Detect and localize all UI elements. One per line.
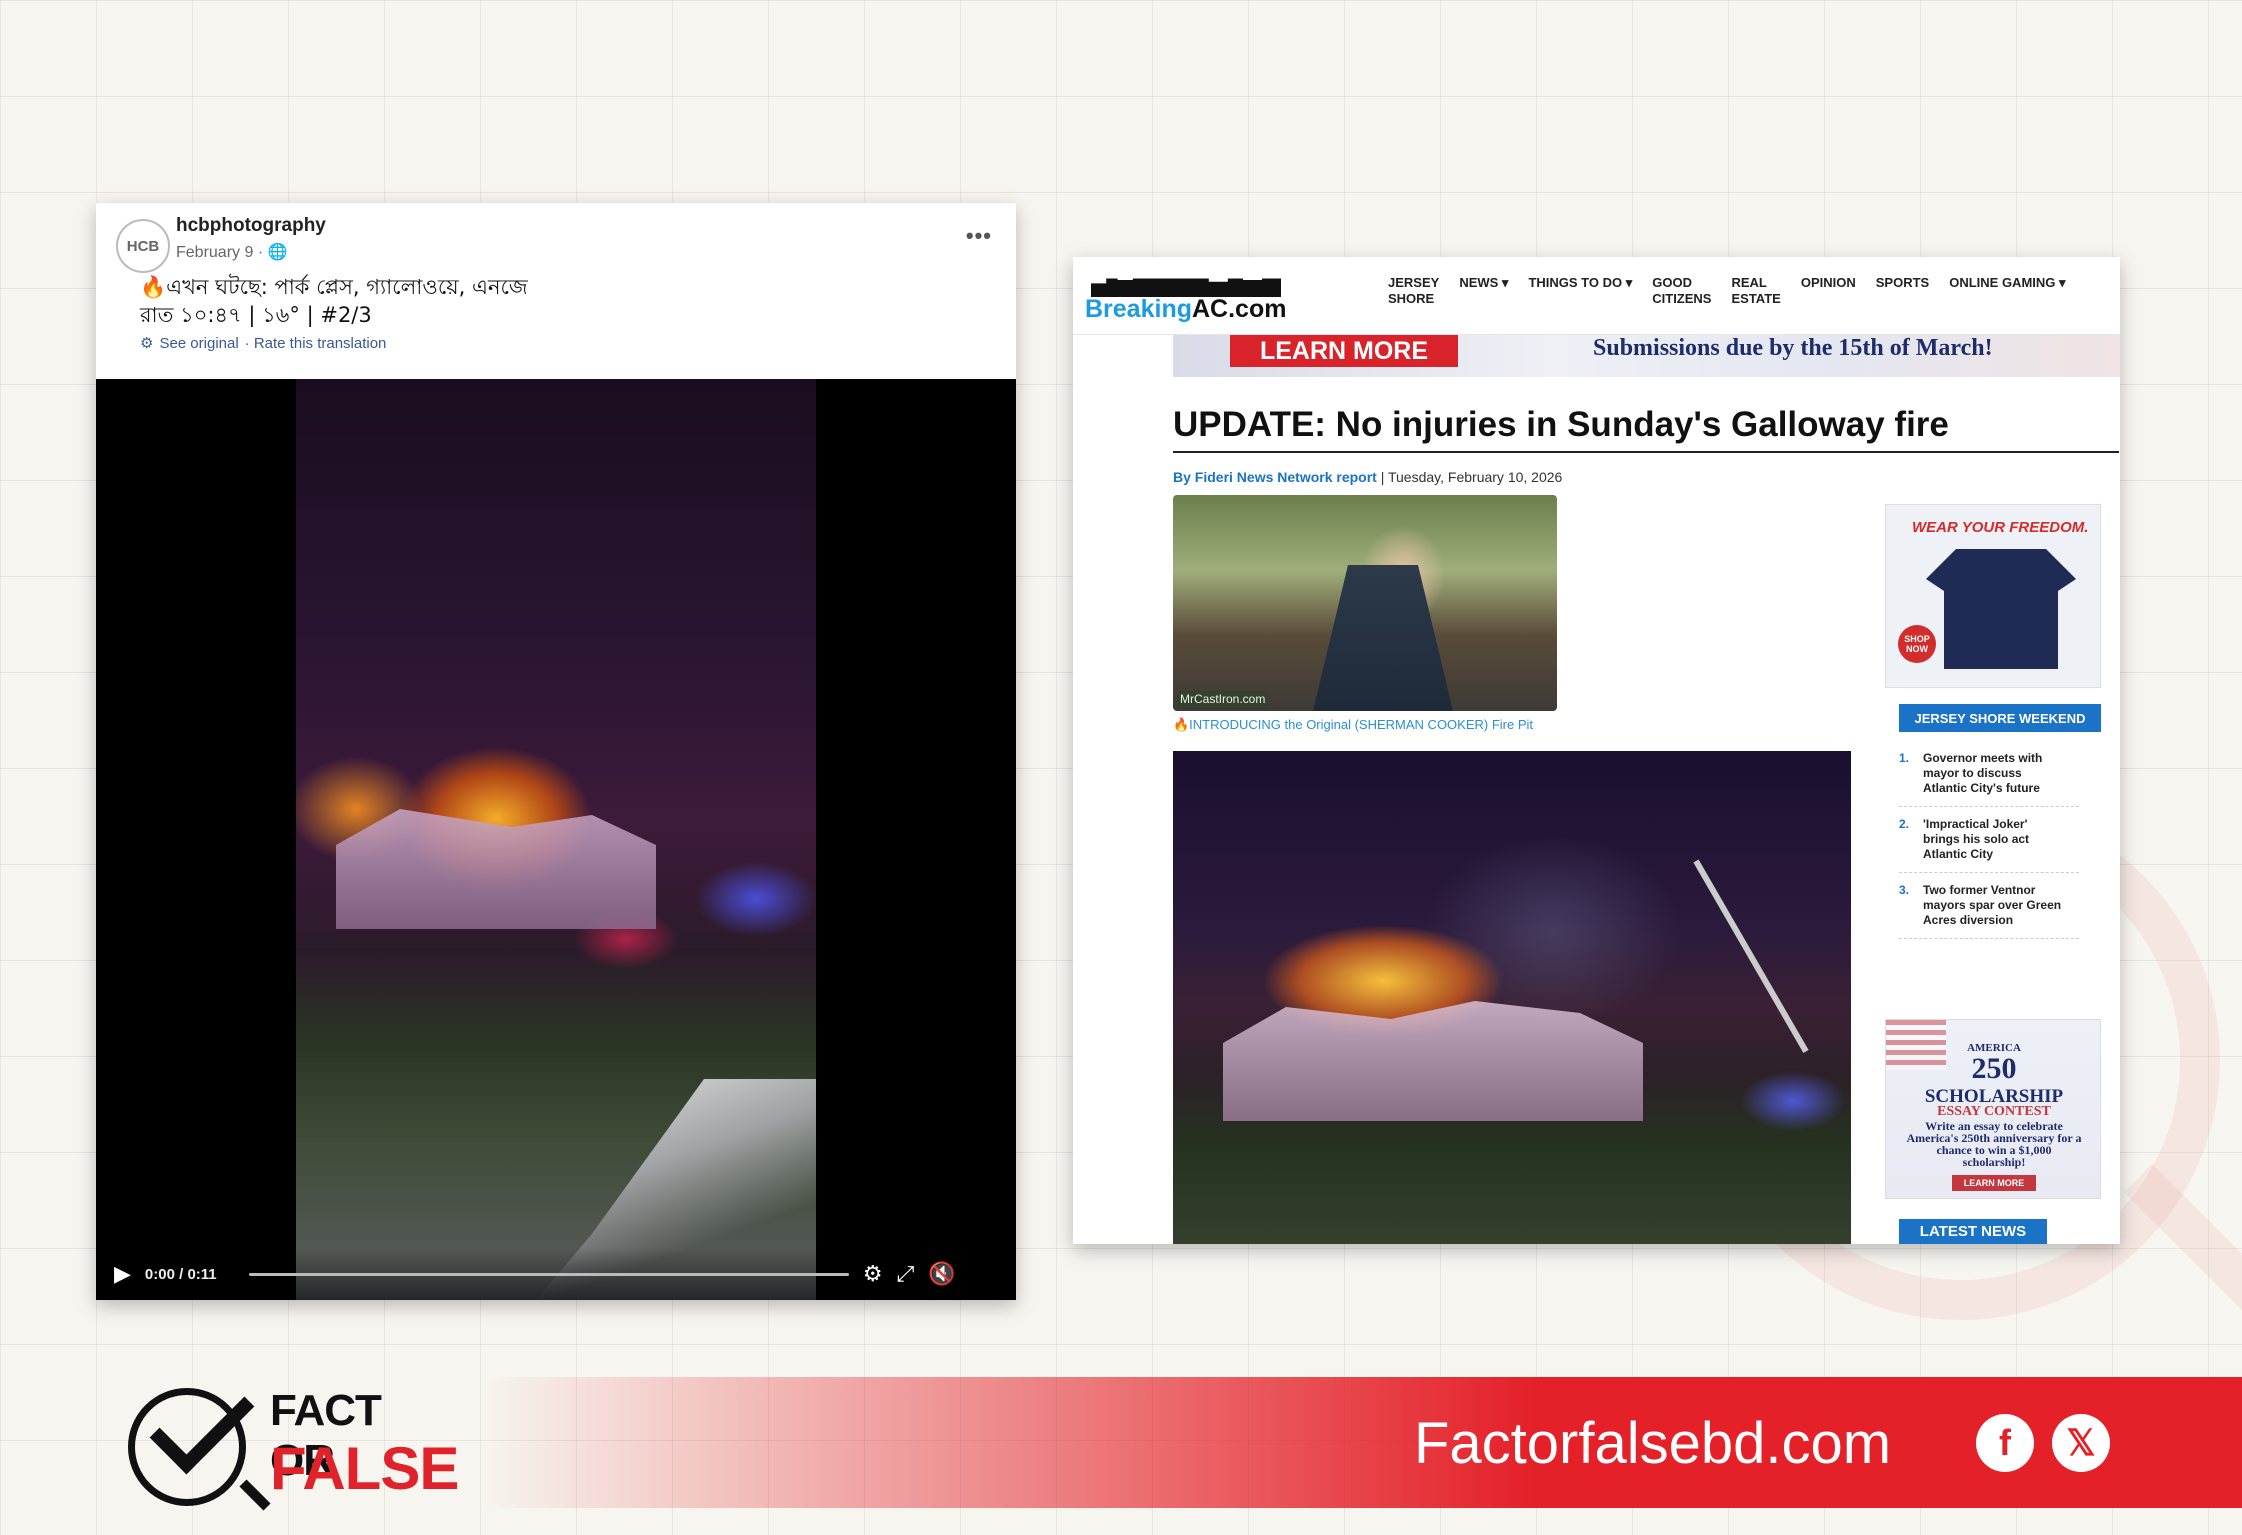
logo-prefix: Breaking xyxy=(1085,295,1192,323)
see-original-link[interactable]: See original xyxy=(159,335,238,352)
video-controls: ▶ 0:00 / 0:11 ⚙ ⤢ 🔇 xyxy=(96,1248,1016,1300)
scholarship-description: Write an essay to celebrate America's 25… xyxy=(1906,1119,2082,1169)
video-time: 0:00 / 0:11 xyxy=(144,1265,217,1283)
nav-item-jersey-shore[interactable]: Jersey Shore xyxy=(1378,275,1449,307)
scholarship-learn-more-button[interactable]: LEARN MORE xyxy=(1952,1175,2036,1191)
byline-author[interactable]: By Fideri News Network report xyxy=(1173,469,1377,485)
mute-icon[interactable]: 🔇 xyxy=(928,1261,955,1287)
facebook-post-header: HCB hcbphotography February 9 · 🌐 ••• 🔥এ… xyxy=(96,203,1016,379)
site-logo[interactable]: BreakingAC.com xyxy=(1085,295,1286,324)
nav-item-news[interactable]: News ▾ xyxy=(1449,275,1518,307)
list-item-text[interactable]: Governor meets with mayor to discuss Atl… xyxy=(1923,751,2063,796)
translation-links: ⚙ See original · Rate this translation xyxy=(140,334,387,353)
nav-item-good-citizens[interactable]: Good Citizens xyxy=(1642,275,1721,307)
video-frame-house-fire xyxy=(296,379,816,1300)
fire-ladder-shape xyxy=(1693,859,1809,1054)
site-navbar: BreakingAC.com Jersey Shore News ▾ Thing… xyxy=(1073,257,2120,335)
rate-translation-link[interactable]: · Rate this translation xyxy=(245,335,387,352)
list-item-text[interactable]: Two former Ventnor mayors spar over Gree… xyxy=(1923,883,2063,928)
ad-person-shape xyxy=(1313,565,1453,711)
post-text-line-1: 🔥এখন ঘটছে: পার্ক প্লেস, গ্যালোওয়ে, এনজে xyxy=(140,275,528,299)
scholarship-ad[interactable]: AMERICA 250 SCHOLARSHIP ESSAY CONTEST Wr… xyxy=(1885,1019,2101,1199)
logo-suffix: AC.com xyxy=(1191,295,1287,323)
article-byline: By Fideri News Network report | Tuesday,… xyxy=(1173,469,1562,485)
ad-caption-link[interactable]: 🔥INTRODUCING the Original (SHERMAN COOKE… xyxy=(1173,717,1533,733)
learn-more-button[interactable]: LEARN MORE xyxy=(1230,335,1458,367)
nav-item-things-to-do[interactable]: Things to do ▾ xyxy=(1518,275,1642,307)
post-text-line-2: রাত ১০:৪৭ | ১৬° | #2/3 xyxy=(140,303,372,327)
author-name[interactable]: hcbphotography xyxy=(176,215,326,237)
post-date[interactable]: February 9 · 🌐 xyxy=(176,242,288,262)
burning-house-shape xyxy=(1223,1001,1643,1121)
facebook-icon[interactable]: f xyxy=(1976,1414,2034,1472)
x-twitter-icon[interactable]: 𝕏 xyxy=(2052,1414,2110,1472)
scholarship-number: 250 xyxy=(1971,1052,2017,1085)
fullscreen-icon[interactable]: ⤢ xyxy=(897,1261,915,1287)
translate-gear-icon: ⚙ xyxy=(140,335,154,352)
section-label: JERSEY SHORE WEEKEND xyxy=(1899,704,2101,732)
fire-pit-ad-image[interactable]: MrCastIron.com xyxy=(1173,495,1557,711)
nav-item-opinion[interactable]: Opinion xyxy=(1791,275,1866,307)
play-icon[interactable]: ▶ xyxy=(114,1261,131,1287)
nav-item-online-gaming[interactable]: Online Gaming ▾ xyxy=(1939,275,2075,307)
list-item-number: 2. xyxy=(1899,817,1910,831)
list-item-number: 3. xyxy=(1899,883,1910,897)
site-url[interactable]: Factorfalsebd.com xyxy=(1414,1410,1891,1477)
logo-text-bottom: FALSE xyxy=(270,1435,459,1502)
scholarship-subtitle: ESSAY CONTEST xyxy=(1937,1104,2051,1119)
more-options-icon[interactable]: ••• xyxy=(966,223,992,249)
avatar[interactable]: HCB xyxy=(116,219,170,273)
article-headline: UPDATE: No injuries in Sunday's Galloway… xyxy=(1173,405,2119,453)
breakingac-article-panel: BreakingAC.com Jersey Shore News ▾ Thing… xyxy=(1073,257,2120,1244)
byline-date: | Tuesday, February 10, 2026 xyxy=(1376,469,1563,485)
list-item-number: 1. xyxy=(1899,751,1910,765)
facebook-post-panel: HCB hcbphotography February 9 · 🌐 ••• 🔥এ… xyxy=(96,203,1016,1300)
latest-news-label[interactable]: LATEST NEWS xyxy=(1899,1219,2047,1244)
ad-watermark: MrCastIron.com xyxy=(1177,691,1269,707)
magnifier-watermark-handle xyxy=(2123,1163,2242,1377)
video-player[interactable]: ▶ 0:00 / 0:11 ⚙ ⤢ 🔇 xyxy=(96,379,1016,1300)
banner-ad[interactable]: LEARN MORE Submissions due by the 15th o… xyxy=(1173,335,2120,377)
article-fire-photo xyxy=(1173,751,1851,1244)
tshirt-icon xyxy=(1926,549,2076,669)
banner-text: Submissions due by the 15th of March! xyxy=(1593,335,1993,361)
nav-item-real-estate[interactable]: Real Estate xyxy=(1721,275,1790,307)
sidebar-shirt-ad[interactable]: WEAR YOUR FREEDOM. SHOP NOW xyxy=(1885,504,2101,688)
shop-now-button[interactable]: SHOP NOW xyxy=(1898,625,1936,663)
burning-house-shape xyxy=(336,809,656,929)
main-menu: Jersey Shore News ▾ Things to do ▾ Good … xyxy=(1378,275,2076,307)
weekend-news-list: 1. Governor meets with mayor to discuss … xyxy=(1899,751,2079,949)
post-text: 🔥এখন ঘটছে: পার্ক প্লেস, গ্যালোওয়ে, এনজে… xyxy=(140,273,700,329)
skyline-logo-icon xyxy=(1091,263,1281,297)
list-item[interactable]: 3. Two former Ventnor mayors spar over G… xyxy=(1899,883,2079,939)
sidebar-ad-title: WEAR YOUR FREEDOM. xyxy=(1912,519,2089,536)
magnifier-handle-icon xyxy=(239,1479,271,1511)
video-progress-bar[interactable] xyxy=(248,1272,849,1276)
list-item-text[interactable]: 'Impractical Joker' brings his solo act … xyxy=(1923,817,2063,862)
list-item[interactable]: 2. 'Impractical Joker' brings his solo a… xyxy=(1899,817,2079,873)
nav-item-sports[interactable]: Sports xyxy=(1866,275,1939,307)
fact-or-false-logo: FACT OR FALSE xyxy=(128,1369,459,1511)
list-item[interactable]: 1. Governor meets with mayor to discuss … xyxy=(1899,751,2079,807)
settings-gear-icon[interactable]: ⚙ xyxy=(863,1261,883,1287)
